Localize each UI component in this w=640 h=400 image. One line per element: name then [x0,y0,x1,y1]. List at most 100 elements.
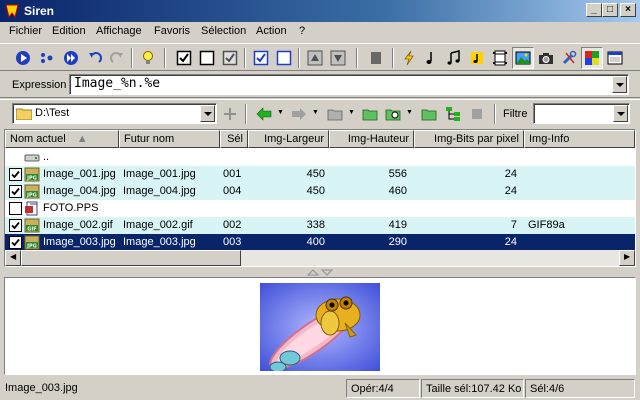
table-row[interactable]: JPG Image_001.jpg Image_001.jpg 001 450 556 24 [5,166,635,183]
filter-folders-button[interactable] [558,47,580,69]
status-bar: Image_003.jpg Opér:4/4 Taille sél:107.42… [0,377,640,400]
favorites-folder-button[interactable] [418,103,440,125]
row-checkbox[interactable] [9,202,22,215]
uncheck-all-button[interactable] [196,47,218,69]
parent-folder-button[interactable] [324,103,346,125]
column-header-current-name[interactable]: Nom actuel ▲ [5,130,119,148]
menu-help[interactable]: ? [299,25,305,37]
back-button[interactable] [253,103,275,125]
film-strip-icon [493,50,507,66]
table-row[interactable]: JPG Image_004.jpg Image_004.jpg 004 450 460 24 [5,183,635,200]
scroll-thumb[interactable] [21,250,241,266]
forward-dropdown-arrow[interactable]: ▼ [312,109,319,116]
current-name-cell: Image_001.jpg [43,168,116,180]
row-checkbox[interactable] [9,185,22,198]
table-row[interactable]: FOTO.PPS [5,200,635,217]
redo-icon [110,52,123,63]
parent-dropdown-arrow[interactable]: ▼ [348,109,355,116]
window-icon [607,51,623,65]
table-row[interactable]: GIF Image_002.gif Image_002.gif 002 338 419 7 G… [5,217,635,234]
new-folder-button[interactable] [359,103,381,125]
list-horizontal-scrollbar[interactable]: ◀ ▶ [5,250,635,266]
row-checkbox[interactable] [9,236,22,249]
filter-tags-button[interactable] [466,47,488,69]
filter-video-button[interactable] [489,47,511,69]
image-preview-pane [4,277,636,375]
add-favorite-button[interactable] [219,103,241,125]
column-header-img-bits[interactable]: Img-Bits par pixel [414,130,524,148]
menu-selection[interactable]: Sélection [201,25,246,37]
filter-colors-button[interactable] [581,47,603,69]
move-down-button[interactable] [327,47,349,69]
run-all-button[interactable] [60,47,82,69]
select-none-button[interactable] [273,47,295,69]
column-header-img-info[interactable]: Img-Info [524,130,635,148]
options-button[interactable] [604,47,626,69]
forward-button[interactable] [288,103,310,125]
filter-all-button[interactable] [398,47,420,69]
move-up-button[interactable] [304,47,326,69]
status-selection-count: Sél:4/6 [525,379,635,398]
undo-button[interactable] [84,47,106,69]
list-item-parent[interactable]: .. [5,149,635,166]
menu-action[interactable]: Action [256,25,287,37]
filter-exif-button[interactable] [535,47,557,69]
path-combobox[interactable]: D:\Test [12,103,217,124]
siren-app-icon[interactable] [4,3,20,19]
menu-bar: Fichier Edition Affichage Favoris Sélect… [0,22,640,42]
hint-button[interactable] [137,47,159,69]
back-dropdown-arrow[interactable]: ▼ [277,109,284,116]
column-header-future-name[interactable]: Futur nom [119,130,220,148]
expression-dropdown-button[interactable] [612,76,627,93]
run-button[interactable] [12,47,34,69]
file-list[interactable]: Nom actuel ▲ Futur nom Sél Img-Largeur I… [4,129,636,267]
select-all-button[interactable] [250,47,272,69]
check-all-button[interactable] [173,47,195,69]
menu-edition[interactable]: Edition [52,25,86,37]
menu-favoris[interactable]: Favoris [154,25,190,37]
close-button[interactable]: × [620,3,636,17]
svg-text:JPG: JPG [26,193,37,199]
maximize-button[interactable]: □ [602,3,618,17]
minimize-button[interactable]: _ [586,3,602,17]
status-current-file: Image_003.jpg [5,382,78,394]
tools-icon [562,50,577,65]
filter-images-button[interactable] [512,47,534,69]
filter-mp3-button[interactable] [443,47,465,69]
row-checkbox[interactable] [9,168,22,181]
filter-dropdown-button[interactable] [613,105,628,122]
status-selected-size: Taille sél:107.42 Ko [421,379,524,398]
scroll-right-button[interactable]: ▶ [619,250,635,266]
browse-dropdown-arrow[interactable]: ▼ [406,109,413,116]
splitter-handle[interactable] [0,268,640,277]
current-name-cell: Image_003.jpg [43,236,116,248]
filter-combobox[interactable] [533,103,630,124]
menu-affichage[interactable]: Affichage [96,25,142,37]
row-checkbox[interactable] [9,219,22,232]
column-header-sel[interactable]: Sél [220,130,248,148]
menu-fichier[interactable]: Fichier [9,25,42,37]
expression-input[interactable]: Image_%n.%e [69,74,629,95]
stop-button[interactable] [466,103,488,125]
path-dropdown-button[interactable] [200,105,215,122]
tree-view-button[interactable] [442,103,464,125]
rename-selection-button[interactable] [36,47,58,69]
table-row[interactable]: JPG Image_003.jpg Image_003.jpg 003 400 290 24 [5,234,635,251]
splitter-grip-icon [306,269,334,276]
redo-button[interactable] [106,47,128,69]
note-bolt-icon [471,52,483,64]
browse-folder-button[interactable] [382,103,404,125]
triangle-up-box-icon [307,50,323,66]
scroll-left-button[interactable]: ◀ [5,250,21,266]
jpg-file-icon: JPG [24,167,40,182]
drive-icon [24,154,40,162]
bits-cell: 24 [504,185,517,197]
plus-icon [224,108,236,120]
checkmark-icon [11,170,20,179]
filter-audio-button[interactable] [421,47,443,69]
columns-button[interactable] [365,47,387,69]
column-header-img-width[interactable]: Img-Largeur [248,130,329,148]
future-cell: Image_001.jpg [123,168,196,180]
column-header-img-height[interactable]: Img-Hauteur [329,130,414,148]
invert-check-button[interactable] [219,47,241,69]
